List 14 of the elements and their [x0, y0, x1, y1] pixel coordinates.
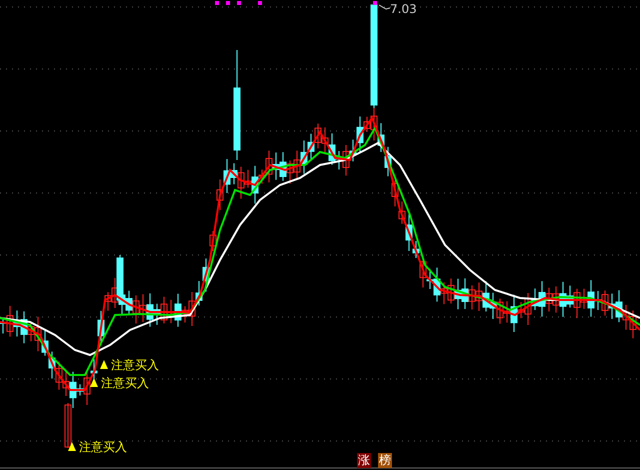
- marker-icon: [237, 1, 241, 5]
- signal-label: 注意买入: [79, 440, 127, 454]
- signal-label: 注意买入: [111, 358, 159, 372]
- marker-icon: [373, 1, 377, 5]
- tag-label: 涨: [357, 453, 371, 468]
- marker-icon: [258, 1, 262, 5]
- candlestick: [210, 230, 216, 252]
- tag-label: 榜: [378, 453, 392, 468]
- triangle-icon: [68, 442, 76, 451]
- high-price-label: 7.03: [390, 2, 417, 16]
- marker-icon: [215, 1, 219, 5]
- leader-line: [378, 4, 390, 10]
- signal-label: 注意买入: [101, 376, 149, 390]
- marker-icon: [226, 1, 230, 5]
